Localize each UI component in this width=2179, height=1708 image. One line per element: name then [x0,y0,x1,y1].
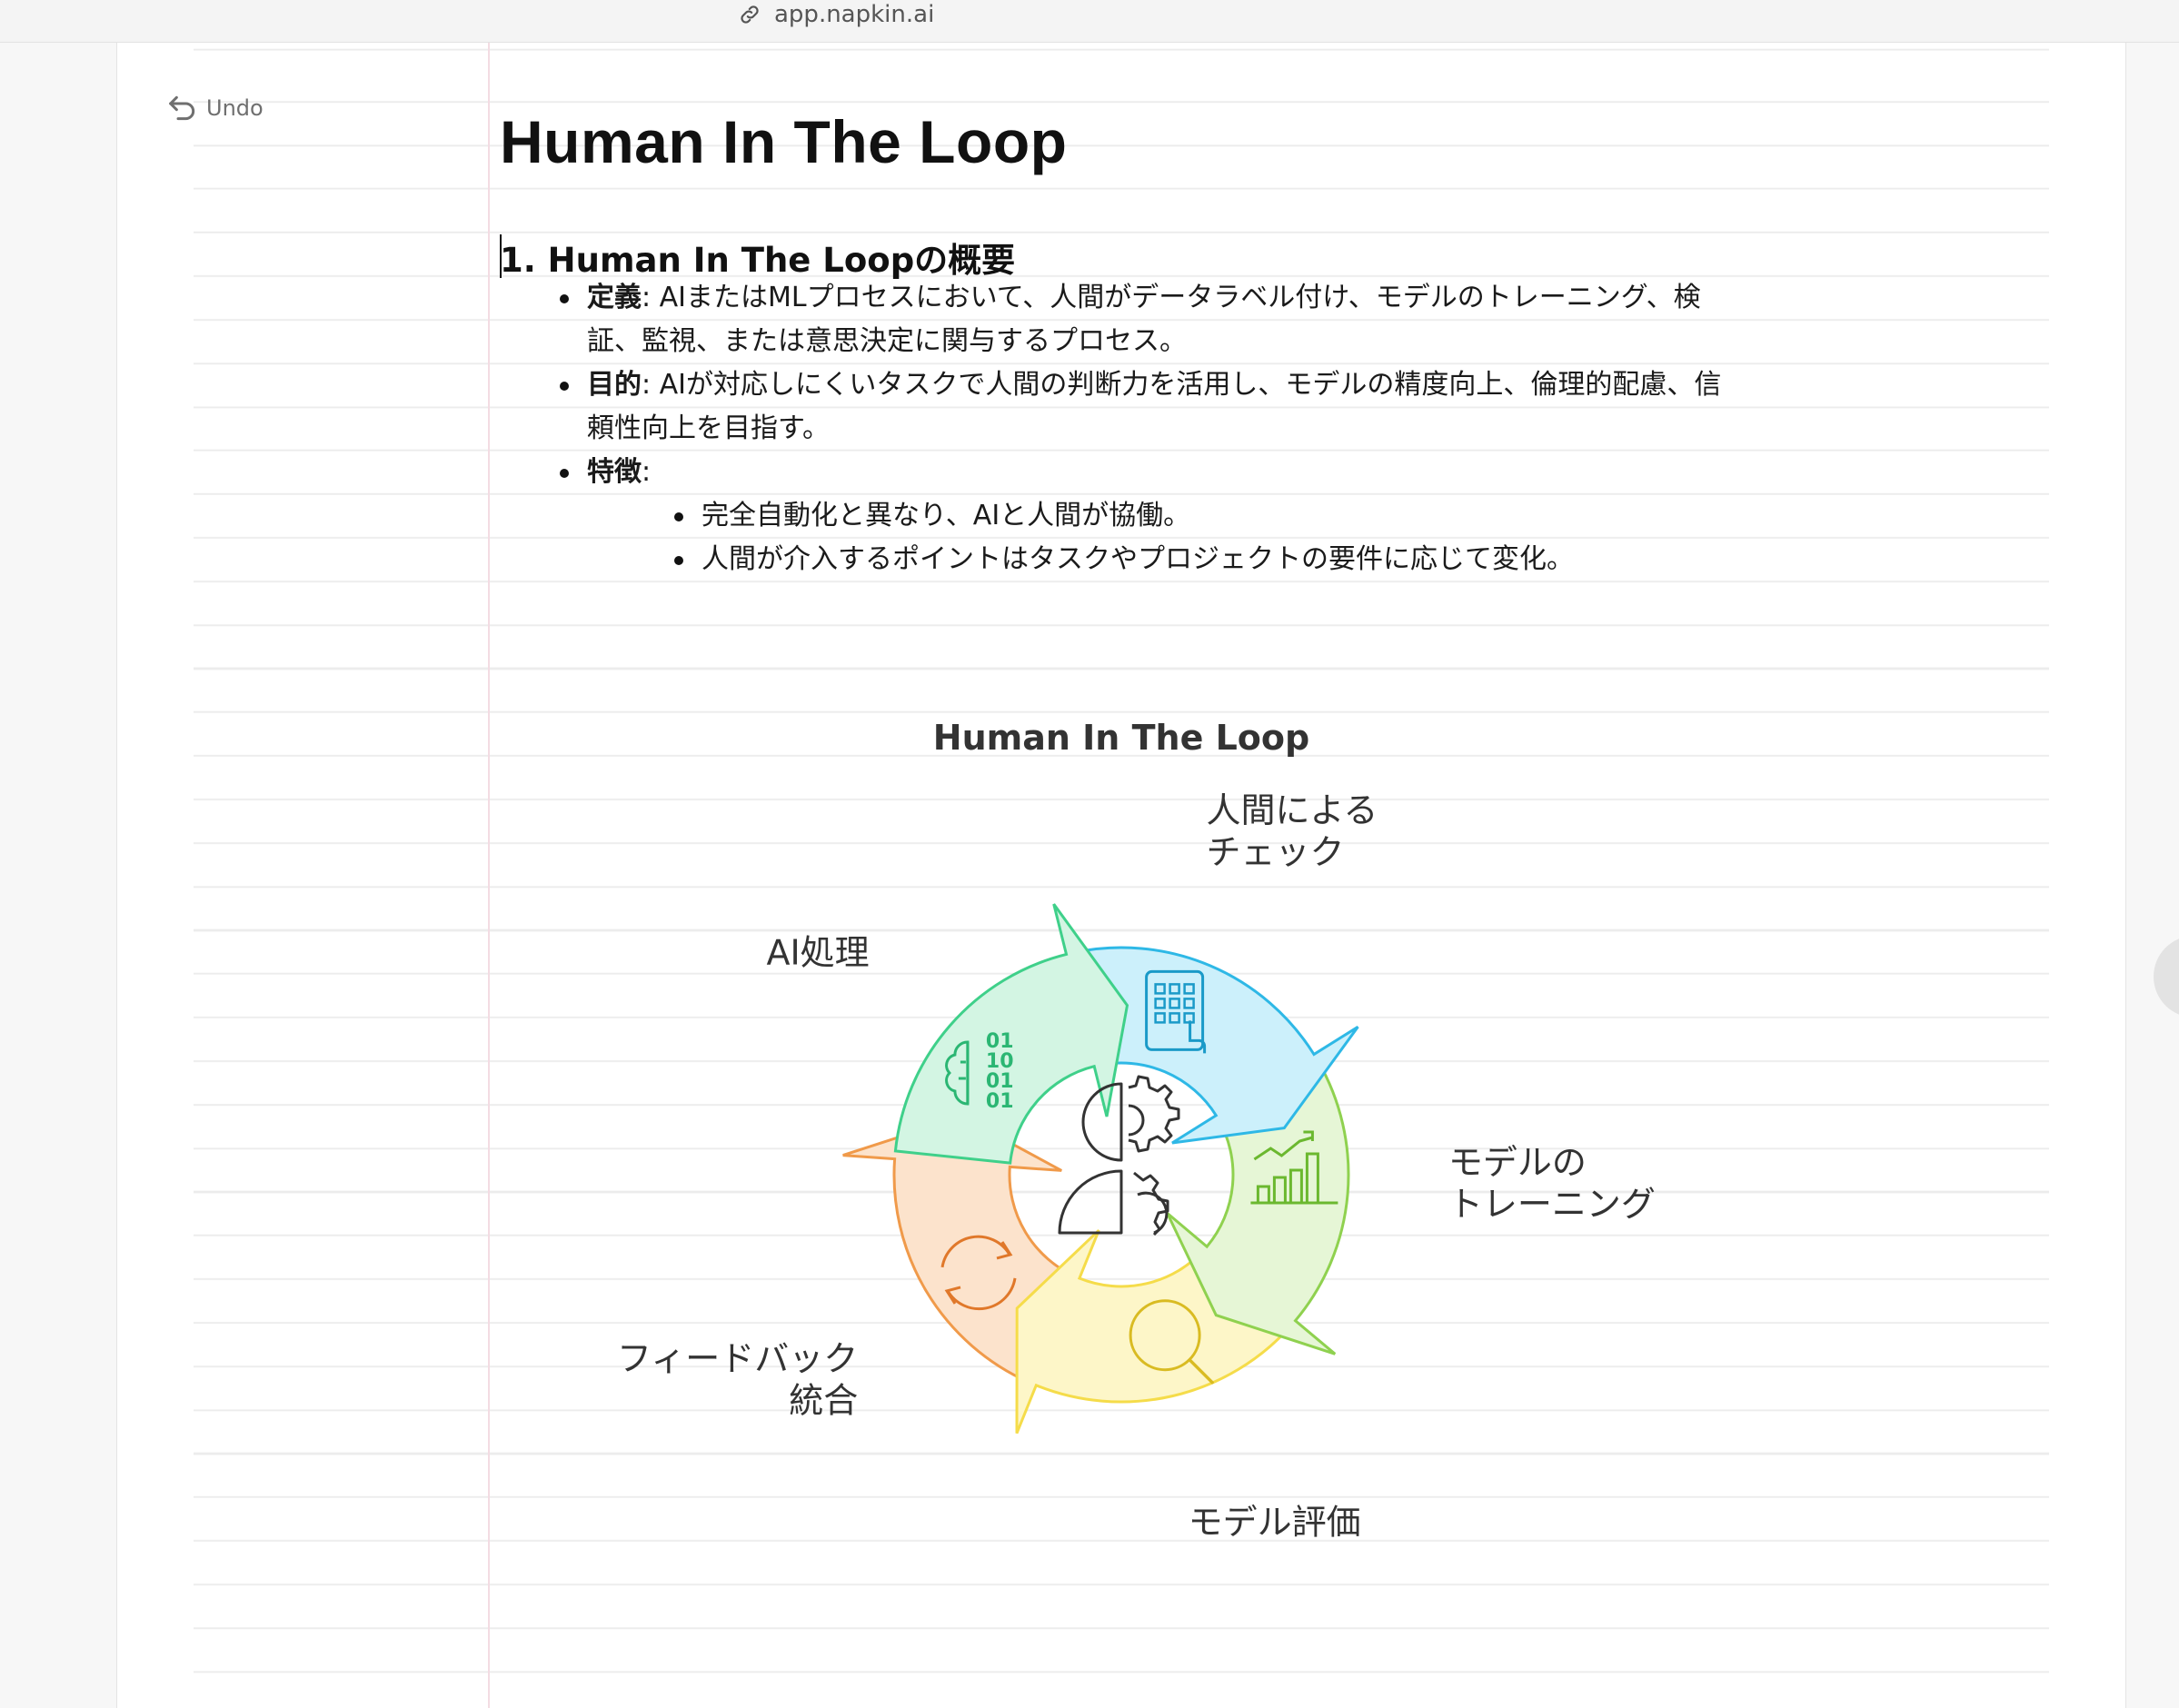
sub-list-item[interactable]: 完全自動化と異なり、AIと人間が協働。 [674,494,1741,538]
list-item[interactable]: 定義: AIまたはMLプロセスにおいて、人間がデータラベル付け、モデルのトレーニ… [560,276,1741,363]
list-item[interactable]: 目的: AIが対応しにくいタスクで人間の判断力を活用し、モデルの精度向上、倫理的… [560,363,1741,451]
link-icon [741,5,759,24]
human-machine-icon [1058,1075,1180,1236]
undo-button[interactable]: Undo [164,90,264,126]
bullet-text: : AIが対応しにくいタスクで人間の判断力を活用し、モデルの精度向上、倫理的配慮… [587,369,1722,444]
undo-label: Undo [206,95,264,121]
bullet-list[interactable]: 定義: AIまたはMLプロセスにおいて、人間がデータラベル付け、モデルのトレーニ… [560,276,1741,581]
stage-labels: AI処理 人間によるチェックモデルのトレーニングモデル評価 フィードバック統合 [617,790,1656,1543]
cycle-segments [842,903,1359,1435]
bullet-text: : AIまたはMLプロセスにおいて、人間がデータラベル付け、モデルのトレーニング… [587,282,1701,357]
stage-label: モデルの [1448,1143,1587,1183]
stage-label: フィードバック [617,1339,858,1379]
browser-address-bar: app.napkin.ai [0,0,2179,43]
margin-line [488,43,490,1708]
bullet-term: 定義 [587,282,642,313]
document-title[interactable]: Human In The Loop [500,107,1067,176]
stage-label: AI処理 [766,933,869,973]
url-display[interactable]: app.napkin.ai [738,0,934,29]
stage-label: モデル評価 [1189,1503,1361,1543]
diagram-title: Human In The Loop [933,718,1309,758]
bullet-text: : [642,456,652,488]
stage-label: トレーニング [1448,1185,1656,1225]
list-item[interactable]: 特徴: 完全自動化と異なり、AIと人間が協働。 人間が介入するポイントはタスクや… [560,451,1741,581]
bullet-term: 目的 [587,369,642,401]
bullet-term: 特徴 [587,456,642,488]
sub-bullet-list: 完全自動化と異なり、AIと人間が協働。 人間が介入するポイントはタスクやプロジェ… [587,494,1741,581]
svg-text:01: 01 [986,1090,1014,1113]
stage-label: 統合 [789,1381,858,1421]
sub-list-item[interactable]: 人間が介入するポイントはタスクやプロジェクトの要件に応じて変化。 [674,538,1741,581]
url-text: app.napkin.ai [774,1,935,28]
section-heading[interactable]: 1. Human In The Loopの概要 [500,233,1015,282]
cycle-diagram[interactable]: Human In The Loop 01100101 AI処理人間によるチェック… [527,709,1745,1690]
stage-label: チェック [1207,832,1345,872]
stage-label: 人間による [1207,790,1378,830]
undo-icon [169,95,195,121]
